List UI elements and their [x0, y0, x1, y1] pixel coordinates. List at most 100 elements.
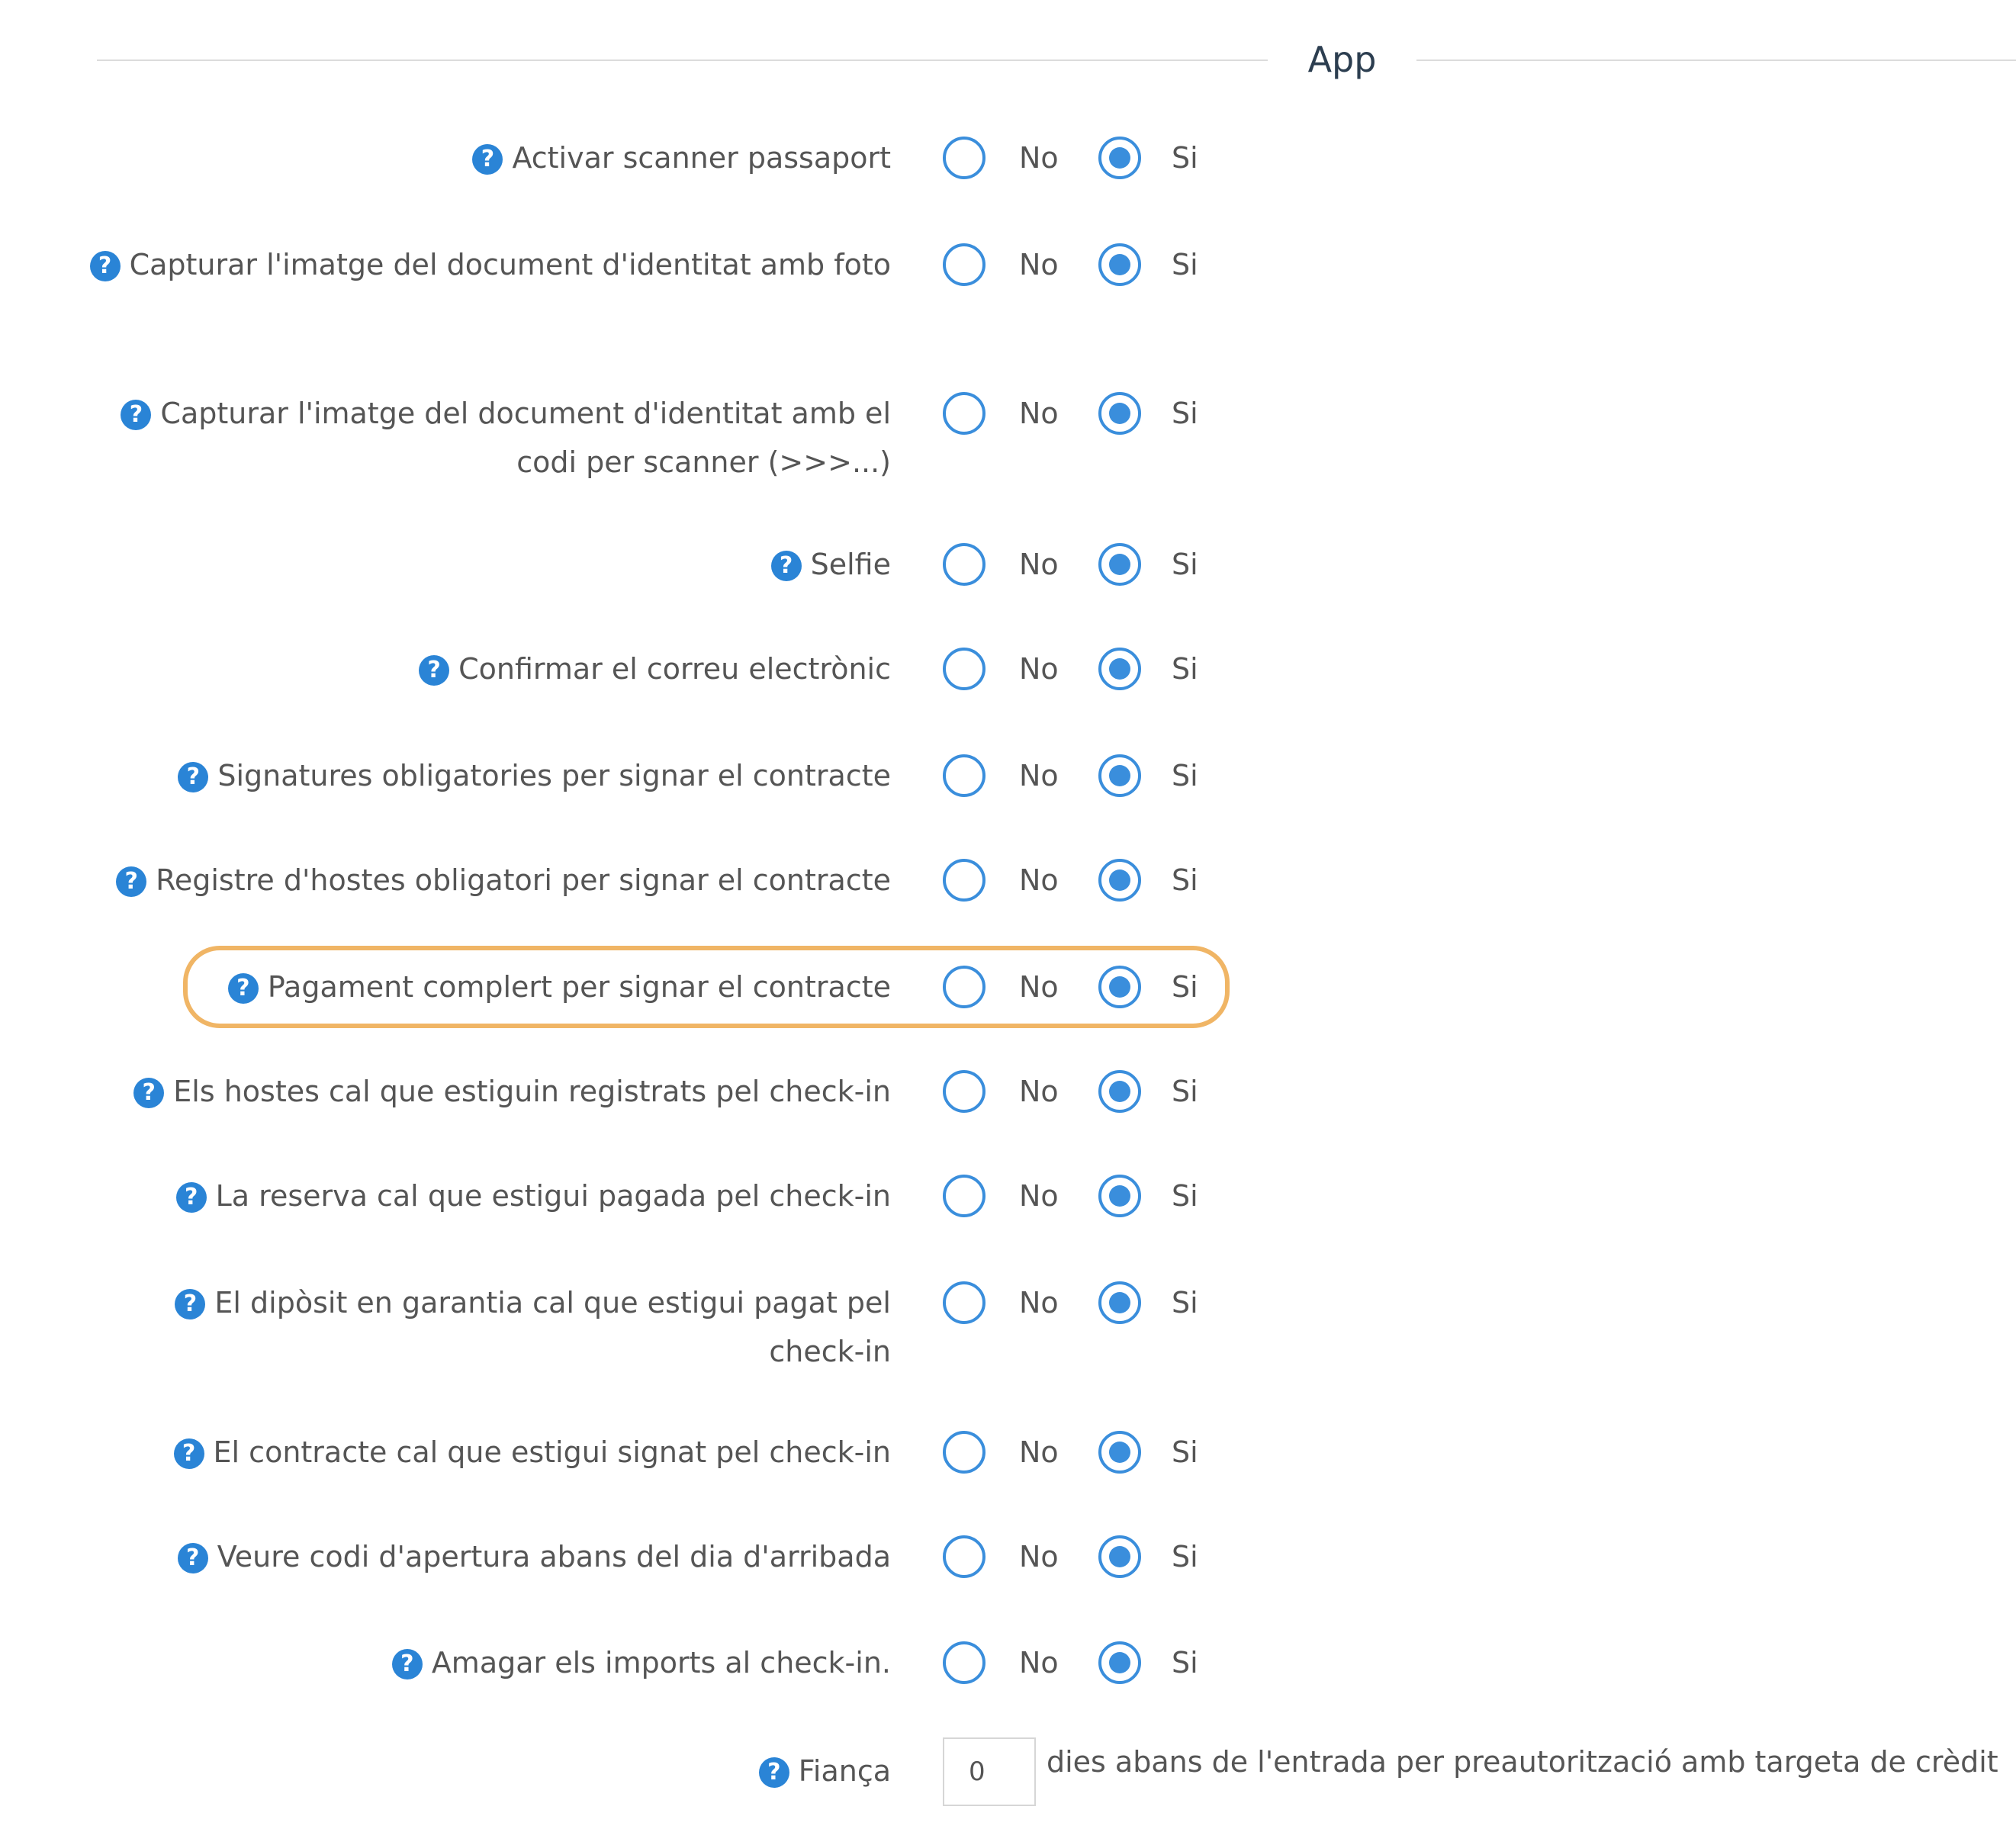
- radio-yes-label[interactable]: Si: [1172, 644, 1198, 693]
- setting-label-wrap: ? El contracte cal que estigui signat pel…: [82, 1428, 891, 1477]
- question-circle-icon[interactable]: ?: [391, 1649, 423, 1679]
- radio-no-label[interactable]: No: [1019, 1172, 1059, 1220]
- radio-no-label[interactable]: No: [1019, 1638, 1059, 1687]
- radio-yes-label[interactable]: Si: [1172, 963, 1198, 1011]
- question-circle-icon[interactable]: ?: [175, 1182, 207, 1213]
- setting-label-wrap: ? Confirmar el correu electrònic: [82, 644, 891, 693]
- deposit-label: Fiança: [798, 1754, 891, 1788]
- deposit-days-input[interactable]: [943, 1737, 1036, 1806]
- radio-no[interactable]: [943, 1431, 985, 1474]
- setting-label: Capturar l'imatge del document d'identit…: [129, 248, 891, 281]
- radio-no[interactable]: [943, 243, 985, 286]
- question-circle-icon[interactable]: ?: [116, 866, 147, 897]
- radio-group: No Si: [943, 133, 1248, 187]
- question-circle-icon[interactable]: ?: [419, 655, 450, 686]
- radio-no[interactable]: [943, 966, 985, 1008]
- radio-yes[interactable]: [1098, 1641, 1141, 1684]
- radio-no[interactable]: [943, 392, 985, 435]
- radio-no-label[interactable]: No: [1019, 644, 1059, 693]
- setting-label: Els hostes cal que estiguin registrats p…: [173, 1075, 891, 1108]
- radio-no[interactable]: [943, 754, 985, 797]
- radio-no[interactable]: [943, 1175, 985, 1217]
- radio-group: No Si: [943, 1638, 1248, 1692]
- setting-label: El dipòsit en garantia cal que estigui p…: [214, 1286, 891, 1368]
- radio-yes[interactable]: [1098, 1281, 1141, 1324]
- radio-yes[interactable]: [1098, 1535, 1141, 1578]
- setting-label-wrap: ? Capturar l'imatge del document d'identi…: [82, 389, 891, 487]
- setting-label: Registre d'hostes obligatori per signar …: [156, 863, 891, 897]
- radio-yes-label[interactable]: Si: [1172, 1638, 1198, 1687]
- section-divider-left: [97, 59, 1268, 61]
- radio-yes-label[interactable]: Si: [1172, 1278, 1198, 1327]
- radio-no-label[interactable]: No: [1019, 240, 1059, 289]
- radio-yes[interactable]: [1098, 966, 1141, 1008]
- radio-yes-label[interactable]: Si: [1172, 240, 1198, 289]
- radio-group: No Si: [943, 644, 1248, 698]
- radio-group: No Si: [943, 1532, 1248, 1586]
- radio-group: No Si: [943, 1067, 1248, 1120]
- radio-yes[interactable]: [1098, 648, 1141, 690]
- radio-group: No Si: [943, 751, 1248, 805]
- radio-no[interactable]: [943, 1281, 985, 1324]
- setting-label-wrap: ? La reserva cal que estigui pagada pel c…: [82, 1172, 891, 1220]
- radio-yes[interactable]: [1098, 1175, 1141, 1217]
- radio-yes-label[interactable]: Si: [1172, 1532, 1198, 1581]
- question-circle-icon[interactable]: ?: [177, 1543, 208, 1573]
- radio-yes[interactable]: [1098, 543, 1141, 586]
- radio-no-label[interactable]: No: [1019, 751, 1059, 800]
- question-circle-icon[interactable]: ?: [133, 1078, 165, 1108]
- radio-no-label[interactable]: No: [1019, 133, 1059, 182]
- radio-no-label[interactable]: No: [1019, 1067, 1059, 1116]
- question-circle-icon[interactable]: ?: [758, 1757, 789, 1788]
- radio-no-label[interactable]: No: [1019, 540, 1059, 589]
- setting-label-wrap: ? Activar scanner passaport: [82, 133, 891, 182]
- radio-no-label[interactable]: No: [1019, 389, 1059, 438]
- setting-label-wrap: ? Registre d'hostes obligatori per signar…: [82, 856, 891, 905]
- radio-no-label[interactable]: No: [1019, 1428, 1059, 1477]
- question-circle-icon[interactable]: ?: [770, 551, 802, 581]
- radio-yes[interactable]: [1098, 754, 1141, 797]
- radio-yes-label[interactable]: Si: [1172, 856, 1198, 905]
- radio-no-label[interactable]: No: [1019, 856, 1059, 905]
- section-header: App: [97, 31, 2016, 92]
- radio-yes-label[interactable]: Si: [1172, 540, 1198, 589]
- radio-yes[interactable]: [1098, 859, 1141, 902]
- radio-yes-label[interactable]: Si: [1172, 133, 1198, 182]
- radio-no[interactable]: [943, 648, 985, 690]
- setting-label-wrap: ? Selfie: [82, 540, 891, 589]
- setting-label: La reserva cal que estigui pagada pel ch…: [215, 1179, 891, 1213]
- radio-yes[interactable]: [1098, 392, 1141, 435]
- setting-label-wrap: ? Capturar l'imatge del document d'identi…: [82, 240, 891, 289]
- radio-yes-label[interactable]: Si: [1172, 1172, 1198, 1220]
- question-circle-icon[interactable]: ?: [227, 973, 259, 1004]
- radio-no[interactable]: [943, 1641, 985, 1684]
- question-circle-icon[interactable]: ?: [175, 1289, 206, 1319]
- question-circle-icon[interactable]: ?: [121, 400, 152, 430]
- setting-label-wrap: ? Els hostes cal que estiguin registrats …: [82, 1067, 891, 1116]
- radio-yes[interactable]: [1098, 1070, 1141, 1113]
- radio-no[interactable]: [943, 137, 985, 179]
- radio-yes-label[interactable]: Si: [1172, 389, 1198, 438]
- question-circle-icon[interactable]: ?: [178, 762, 209, 792]
- radio-yes-label[interactable]: Si: [1172, 1428, 1198, 1477]
- radio-no-label[interactable]: No: [1019, 1532, 1059, 1581]
- radio-yes-label[interactable]: Si: [1172, 1067, 1198, 1116]
- question-circle-icon[interactable]: ?: [173, 1438, 204, 1469]
- question-circle-icon[interactable]: ?: [89, 251, 121, 281]
- radio-no-label[interactable]: No: [1019, 1278, 1059, 1327]
- setting-label: Amagar els imports al check-in.: [431, 1646, 891, 1679]
- radio-no[interactable]: [943, 1070, 985, 1113]
- deposit-label-wrap: ? Fiança: [82, 1747, 891, 1795]
- radio-no[interactable]: [943, 859, 985, 902]
- radio-yes[interactable]: [1098, 1431, 1141, 1474]
- setting-label: Capturar l'imatge del document d'identit…: [160, 397, 891, 479]
- radio-group: No Si: [943, 240, 1248, 294]
- question-circle-icon[interactable]: ?: [472, 144, 503, 175]
- radio-yes[interactable]: [1098, 137, 1141, 179]
- radio-no-label[interactable]: No: [1019, 963, 1059, 1011]
- radio-no[interactable]: [943, 543, 985, 586]
- radio-no[interactable]: [943, 1535, 985, 1578]
- radio-yes-label[interactable]: Si: [1172, 751, 1198, 800]
- radio-yes[interactable]: [1098, 243, 1141, 286]
- setting-label: Pagament complert per signar el contract…: [267, 970, 891, 1004]
